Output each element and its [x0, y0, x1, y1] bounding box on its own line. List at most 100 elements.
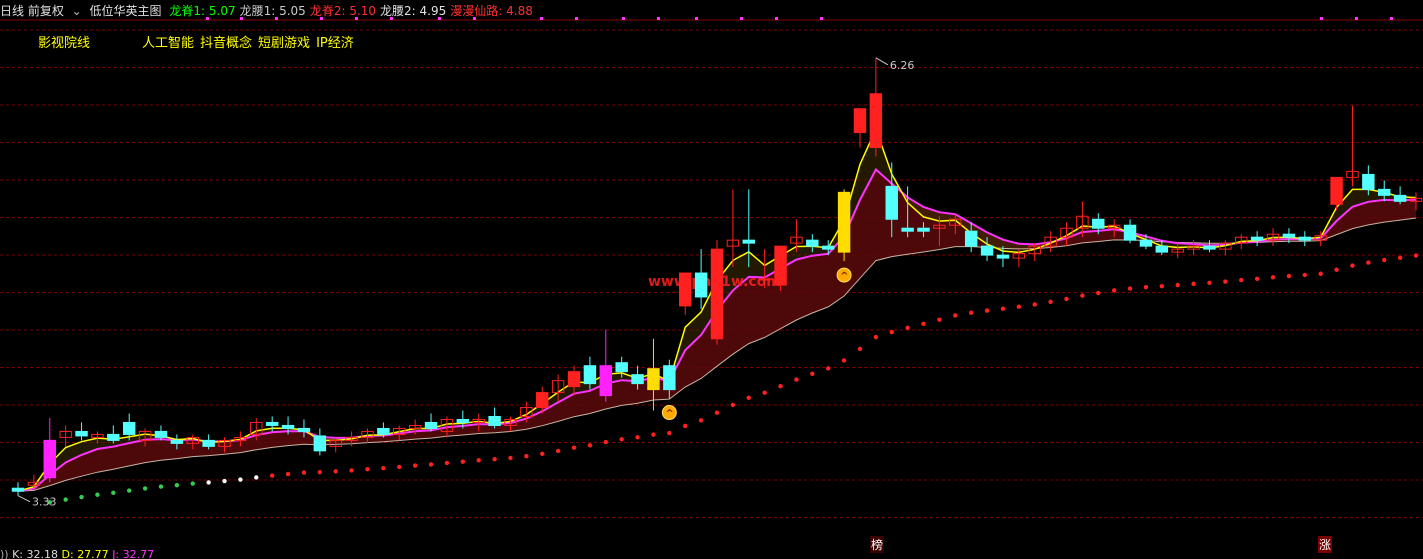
kdj-d: D: 27.77 — [61, 548, 109, 559]
support-dot — [619, 437, 624, 442]
support-dot — [254, 475, 259, 480]
candle-body — [917, 227, 930, 232]
support-dot — [127, 488, 132, 493]
support-dot — [508, 455, 513, 461]
support-dot — [428, 462, 434, 467]
candle-body — [1250, 236, 1264, 241]
support-dot — [651, 432, 656, 437]
candle-body — [964, 230, 978, 247]
candle-body — [1092, 218, 1105, 229]
support-dot — [826, 366, 831, 371]
support-dot — [968, 310, 974, 315]
support-dot — [778, 383, 783, 389]
candle-body — [1123, 224, 1137, 241]
indicator-values: 龙脊1: 5.07 龙腰1: 5.05 龙脊2: 5.10 龙腰2: 4.95 漫漫仙路… — [169, 4, 536, 18]
signal-marker — [1390, 17, 1393, 20]
support-dot — [1207, 280, 1212, 286]
support-dot — [540, 451, 545, 456]
kdj-k: K: 32.18 — [12, 548, 59, 559]
support-dot — [1318, 271, 1323, 276]
support-dot — [984, 308, 990, 313]
support-dot — [857, 346, 863, 352]
candle-body — [567, 371, 581, 388]
candle-body — [1282, 233, 1296, 238]
support-dot — [492, 457, 497, 462]
low-price-label: 3.33 — [32, 496, 57, 509]
support-dot — [476, 458, 481, 463]
support-dot — [762, 390, 767, 395]
high-price-label: 6.26 — [890, 59, 915, 72]
signal-marker — [1320, 17, 1323, 20]
signal-marker — [820, 17, 823, 20]
support-dot — [841, 358, 847, 363]
support-dot — [1143, 285, 1149, 290]
support-dot — [937, 317, 942, 322]
candle-body — [901, 227, 914, 232]
candle-body — [599, 365, 613, 397]
candle-body — [774, 245, 787, 286]
support-dot — [1064, 296, 1069, 302]
support-dot — [1096, 290, 1101, 296]
candle-body — [154, 430, 168, 438]
candlestick-chart[interactable]: www.php1w.com^^6.263.33 — [0, 0, 1423, 559]
signal-marker — [575, 17, 578, 20]
support-dot — [412, 463, 418, 468]
support-dot — [1159, 283, 1165, 289]
concept-tag[interactable]: 影视院线 — [38, 36, 90, 51]
candle-body — [536, 392, 549, 409]
candle-body — [1298, 236, 1312, 241]
candle-body — [663, 365, 676, 391]
support-dot — [810, 371, 815, 376]
concept-tag[interactable]: IP经济 — [316, 36, 354, 51]
candle-body — [615, 362, 628, 373]
candle-body — [281, 424, 295, 429]
support-dot — [285, 471, 291, 477]
support-dot — [1382, 257, 1387, 263]
low-pointer — [17, 495, 31, 503]
main-title[interactable]: 低位华英主图 — [90, 4, 162, 18]
candle-body — [122, 421, 136, 435]
support-dot — [190, 481, 195, 486]
candle-body — [742, 239, 755, 244]
chevron-down-icon[interactable]: ⌄ — [72, 4, 82, 18]
support-dot — [174, 482, 180, 488]
support-dot — [1397, 255, 1403, 261]
support-dot — [349, 468, 354, 473]
candle-body — [1155, 245, 1169, 253]
candle-body — [694, 272, 708, 298]
candle-body — [1203, 245, 1216, 250]
support-dot — [1080, 293, 1085, 298]
candle-body — [424, 421, 438, 429]
support-dot — [301, 470, 307, 475]
candle-body — [837, 191, 851, 253]
concept-tag[interactable]: 人工智能 — [142, 36, 194, 51]
support-dot — [1032, 302, 1037, 307]
candle-body — [869, 93, 883, 149]
candle-body — [1362, 173, 1375, 190]
indicator-4: 龙腰2: 4.95 — [380, 4, 447, 18]
period-label[interactable]: 日线 前复权 — [0, 4, 64, 18]
support-dot — [873, 334, 879, 340]
support-dot — [381, 465, 386, 471]
candle-body — [1139, 239, 1153, 247]
concept-tag[interactable]: 短剧游戏 — [258, 36, 310, 51]
candle-body — [488, 415, 501, 426]
indicator-2: 龙腰1: 5.05 — [239, 4, 306, 18]
support-dot — [63, 497, 68, 502]
candle-body — [202, 439, 215, 447]
candle-body — [11, 487, 25, 492]
support-dot — [1016, 304, 1022, 309]
support-dot — [1127, 286, 1133, 291]
candle-body — [583, 365, 597, 385]
candle-body — [1330, 176, 1343, 205]
indicator-3: 龙脊2: 5.10 — [309, 4, 377, 18]
candle-body — [679, 272, 692, 307]
support-dot — [1286, 273, 1292, 279]
candle-body — [297, 427, 311, 432]
indicator-1: 龙脊1: 5.07 — [169, 4, 236, 18]
signal-marker — [695, 17, 698, 20]
high-pointer — [875, 57, 889, 66]
support-dot — [889, 329, 894, 335]
kdj-readout: )) K: 32.18 D: 27.77 J: 32.77 — [0, 548, 155, 559]
concept-tag[interactable]: 抖音概念 — [200, 36, 252, 51]
